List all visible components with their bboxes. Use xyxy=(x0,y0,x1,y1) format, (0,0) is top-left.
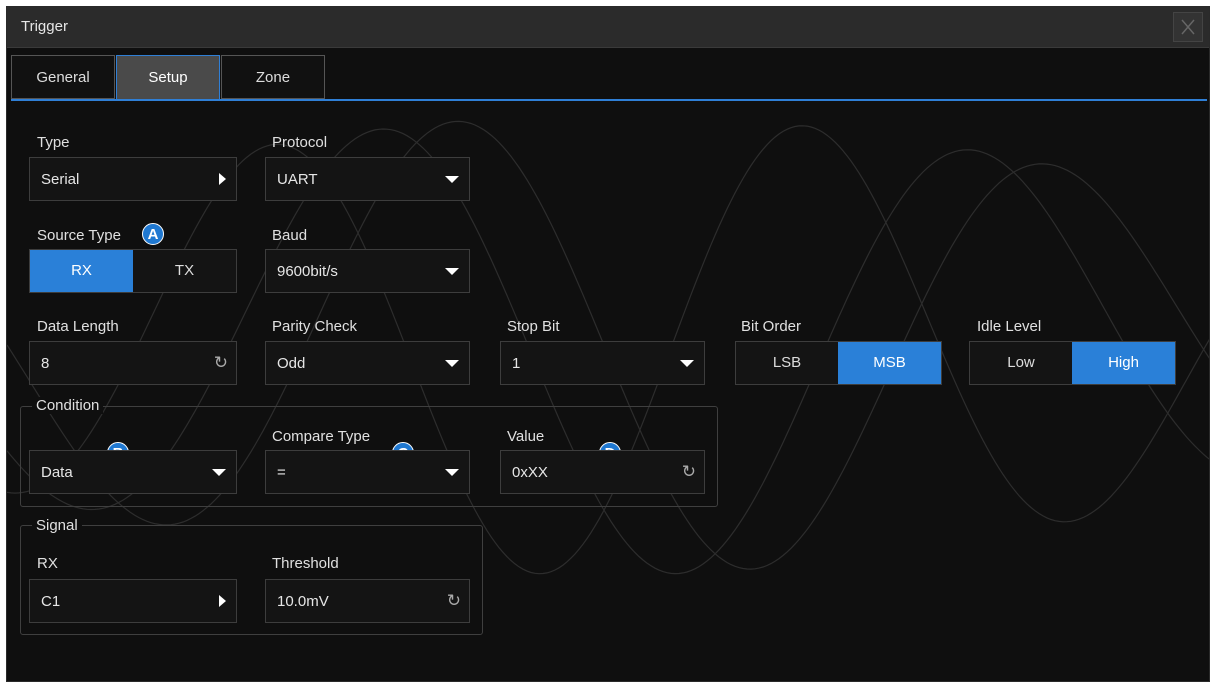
source-rx-option[interactable]: RX xyxy=(30,250,133,292)
triangle-down-icon xyxy=(445,360,459,367)
signal-group-title: Signal xyxy=(32,517,82,534)
value-field[interactable]: 0xXX ↻ xyxy=(500,450,705,494)
triangle-down-icon xyxy=(445,268,459,275)
baud-label: Baud xyxy=(272,227,308,244)
bit-order-toggle: LSB MSB xyxy=(735,341,942,385)
compare-type-select[interactable]: = xyxy=(265,450,470,494)
condition-group-title: Condition xyxy=(32,397,104,414)
triangle-right-icon xyxy=(219,595,226,607)
refresh-knob-icon: ↻ xyxy=(213,353,228,372)
compare-type-label: Compare Type xyxy=(272,428,371,445)
triangle-down-icon xyxy=(445,469,459,476)
baud-value: 9600bit/s xyxy=(277,263,338,280)
data-length-label: Data Length xyxy=(37,318,119,335)
value-value: 0xXX xyxy=(512,464,548,481)
type-label: Type xyxy=(37,134,70,151)
source-tx-option[interactable]: TX xyxy=(133,250,236,292)
close-button[interactable] xyxy=(1173,12,1203,42)
data-length-value: 8 xyxy=(41,355,50,372)
triangle-down-icon xyxy=(680,360,694,367)
idle-level-toggle: Low High xyxy=(969,341,1176,385)
protocol-label: Protocol xyxy=(272,134,328,151)
stop-bit-label: Stop Bit xyxy=(507,318,560,335)
triangle-down-icon xyxy=(445,176,459,183)
rx-source-value: C1 xyxy=(41,593,61,610)
close-icon xyxy=(1181,19,1195,35)
title-bar: Trigger xyxy=(7,7,1209,48)
threshold-field[interactable]: 10.0mV ↻ xyxy=(265,579,470,623)
parity-check-value: Odd xyxy=(277,355,306,372)
condition-value: Data xyxy=(41,464,73,481)
protocol-select[interactable]: UART xyxy=(265,157,470,201)
baud-select[interactable]: 9600bit/s xyxy=(265,249,470,293)
triangle-down-icon xyxy=(212,469,226,476)
source-type-toggle: RX TX xyxy=(29,249,237,293)
tab-underline xyxy=(11,99,1207,101)
rx-source-field[interactable]: C1 xyxy=(29,579,237,623)
idle-level-label: Idle Level xyxy=(977,318,1042,335)
threshold-label: Threshold xyxy=(272,555,339,572)
idle-level-low-option[interactable]: Low xyxy=(970,342,1072,384)
bit-order-label: Bit Order xyxy=(741,318,802,335)
trigger-dialog: Trigger General Setup Zone Type Serial P… xyxy=(6,6,1210,682)
parity-check-label: Parity Check xyxy=(272,318,358,335)
tab-general[interactable]: General xyxy=(11,55,115,99)
stop-bit-value: 1 xyxy=(512,355,521,372)
triangle-right-icon xyxy=(219,173,226,185)
stop-bit-select[interactable]: 1 xyxy=(500,341,705,385)
data-length-field[interactable]: 8 ↻ xyxy=(29,341,237,385)
rx-label: RX xyxy=(37,555,58,572)
dialog-title: Trigger xyxy=(21,18,68,35)
parity-check-select[interactable]: Odd xyxy=(265,341,470,385)
source-type-label: Source Type xyxy=(37,227,121,244)
protocol-value: UART xyxy=(277,171,318,188)
tab-zone[interactable]: Zone xyxy=(221,55,325,99)
bit-order-msb-option[interactable]: MSB xyxy=(838,342,941,384)
callout-badge-a: A xyxy=(142,223,164,245)
refresh-knob-icon: ↻ xyxy=(446,591,461,610)
tab-setup[interactable]: Setup xyxy=(116,55,220,101)
type-value: Serial xyxy=(41,171,80,188)
type-field[interactable]: Serial xyxy=(29,157,237,201)
threshold-value: 10.0mV xyxy=(277,593,329,610)
bit-order-lsb-option[interactable]: LSB xyxy=(736,342,838,384)
compare-type-value: = xyxy=(277,464,286,481)
idle-level-high-option[interactable]: High xyxy=(1072,342,1175,384)
refresh-knob-icon: ↻ xyxy=(681,462,696,481)
condition-select[interactable]: Data xyxy=(29,450,237,494)
value-label: Value xyxy=(507,428,545,445)
